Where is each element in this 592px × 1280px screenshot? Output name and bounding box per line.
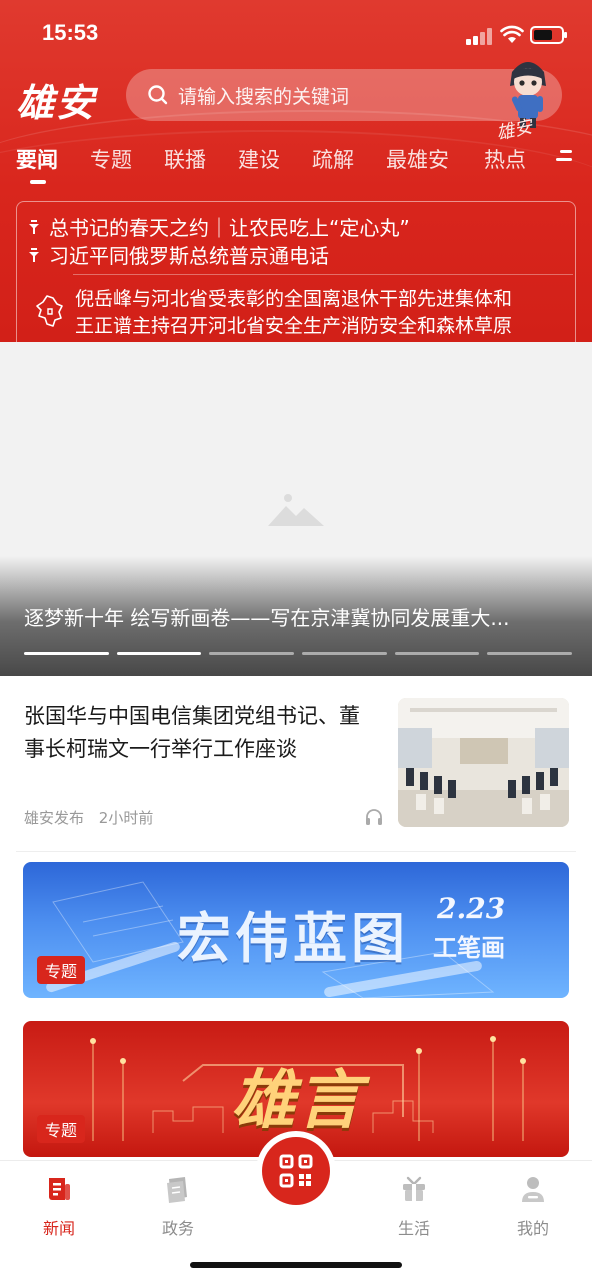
pin-icon	[29, 247, 39, 262]
image-placeholder-icon	[268, 494, 324, 526]
qr-code-icon	[279, 1154, 313, 1188]
header: 15:53 雄安 请输入搜索的关键词 雄安 要闻 专题 联播 建设 疏解 最雄安…	[0, 0, 592, 342]
news-list-item[interactable]: 张国华与中国电信集团党组书记、董事长柯瑞文一行举行工作座谈 雄安发布 2小时前	[0, 676, 592, 852]
divider	[16, 851, 576, 852]
pin-icon	[29, 219, 39, 234]
news-icon	[49, 1178, 70, 1200]
carousel-caption: 逐梦新十年 绘写新画卷——写在京津冀协同发展重大...	[24, 606, 510, 630]
hebei-map-icon	[36, 295, 63, 327]
tab-lianbo[interactable]: 联播	[164, 144, 206, 174]
channel-menu-icon[interactable]	[556, 150, 576, 166]
nav-label: 政务	[161, 1219, 194, 1238]
search-input[interactable]: 请输入搜索的关键词	[126, 69, 562, 121]
special-banner-blueprint[interactable]: 宏伟蓝图 2.23 工笔画 专题	[23, 862, 569, 998]
active-tab-indicator	[30, 180, 46, 184]
nav-label: 生活	[397, 1219, 430, 1238]
special-tag: 专题	[37, 956, 86, 984]
nav-life[interactable]: 生活	[374, 1175, 454, 1239]
special-subtitle: 工笔画	[433, 933, 505, 962]
category-tabs: 要闻 专题 联播 建设 疏解 最雄安 热点	[0, 140, 592, 186]
nav-label: 新闻	[42, 1219, 75, 1238]
tab-zhuanti[interactable]: 专题	[90, 144, 132, 174]
carousel-dot	[24, 652, 109, 655]
special-tag: 专题	[37, 1115, 86, 1143]
article-time: 2小时前	[98, 809, 154, 827]
pinned-news-item[interactable]: 习近平同俄罗斯总统普京通电话	[29, 240, 329, 269]
home-indicator	[190, 1262, 402, 1268]
special-title: 宏伟蓝图	[177, 906, 409, 970]
carousel-dot	[116, 652, 202, 655]
ticker-item[interactable]: 倪岳峰与河北省受表彰的全国离退休干部先进集体和	[75, 284, 565, 311]
app-logo: 雄安	[16, 80, 97, 125]
article-source: 雄安发布	[24, 809, 85, 827]
search-placeholder: 请输入搜索的关键词	[178, 85, 350, 108]
article-title: 张国华与中国电信集团党组书记、董事长柯瑞文一行举行工作座谈	[24, 704, 360, 761]
article-thumbnail	[398, 698, 569, 827]
headline-box: 总书记的春天之约｜让农民吃上“定心丸” 习近平同俄罗斯总统普京通电话 倪岳峰与河…	[16, 201, 576, 342]
gov-book-icon	[167, 1177, 187, 1203]
user-icon	[522, 1177, 544, 1202]
ticker-item[interactable]: 王正谱主持召开河北省安全生产消防安全和森林草原	[75, 311, 565, 338]
carousel-dot	[302, 652, 387, 655]
nav-label: 我的	[516, 1219, 549, 1238]
article-meta: 雄安发布 2小时前	[24, 807, 153, 828]
nav-gov[interactable]: 政务	[138, 1175, 218, 1239]
gift-icon	[403, 1176, 425, 1201]
carousel-indicator	[24, 652, 573, 656]
tab-redian[interactable]: 热点	[484, 144, 526, 174]
special-date: 2.23	[437, 892, 506, 925]
carousel-dot	[209, 652, 295, 655]
pinned-news-item[interactable]: 总书记的春天之约｜让农民吃上“定心丸”	[29, 212, 410, 241]
nav-news[interactable]: 新闻	[19, 1175, 99, 1239]
tab-yaowen[interactable]: 要闻	[16, 144, 58, 174]
divider	[73, 274, 573, 275]
headphones-icon[interactable]	[364, 808, 384, 826]
status-time: 15:53	[42, 20, 99, 45]
search-icon	[148, 85, 168, 105]
qr-scan-button[interactable]	[262, 1137, 330, 1205]
special-title: 雄言	[231, 1063, 363, 1138]
tab-shujie[interactable]: 疏解	[312, 144, 354, 174]
tab-zuixiongan[interactable]: 最雄安	[386, 144, 449, 174]
signal-icon	[466, 27, 494, 45]
carousel-banner[interactable]: 逐梦新十年 绘写新画卷——写在京津冀协同发展重大...	[0, 342, 592, 676]
nav-profile[interactable]: 我的	[493, 1175, 573, 1239]
battery-icon	[530, 26, 567, 44]
carousel-dot	[487, 652, 573, 655]
carousel-dot	[394, 652, 480, 655]
tab-jianshe[interactable]: 建设	[238, 144, 280, 174]
wifi-icon	[500, 25, 524, 43]
